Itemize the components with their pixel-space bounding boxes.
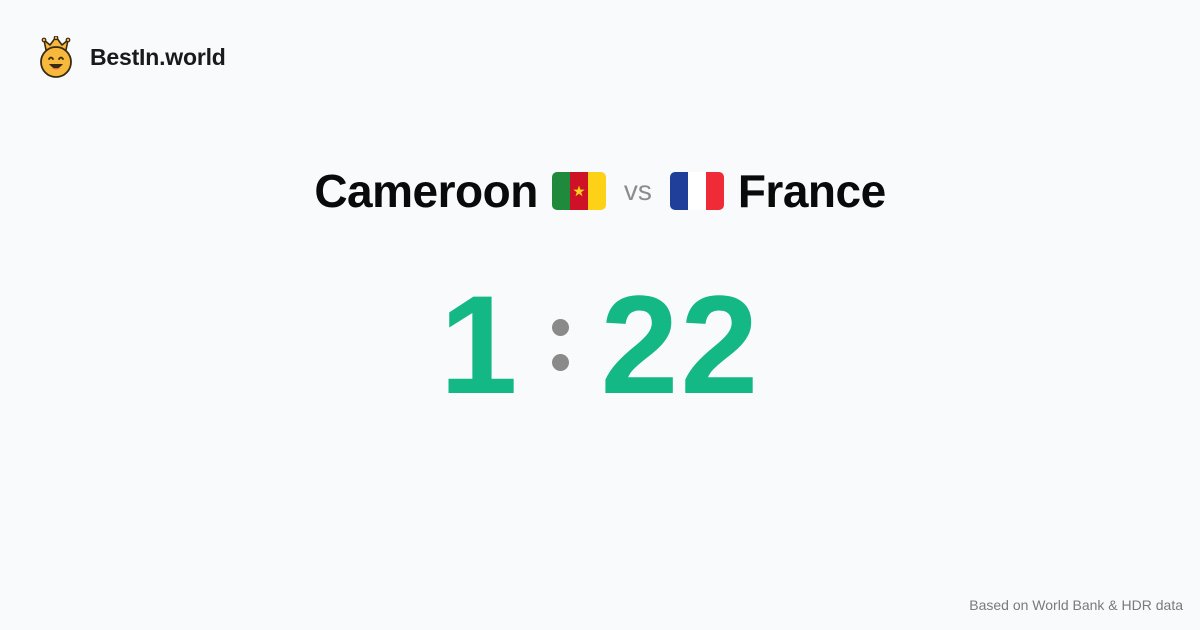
score-separator xyxy=(551,295,569,395)
separator-dot-bottom xyxy=(551,354,569,371)
og-card: BestIn.world Cameroon vs France 1 22 Bas… xyxy=(0,0,1200,630)
brand-link[interactable]: BestIn.world xyxy=(38,36,226,78)
separator-dot-top xyxy=(551,319,569,336)
left-country-name: Cameroon xyxy=(314,165,538,217)
crowned-smiley-icon xyxy=(40,36,72,78)
right-country-name: France xyxy=(737,165,886,217)
right-score: 22 xyxy=(600,266,761,423)
brand-name: BestIn.world xyxy=(90,43,226,70)
france-flag-icon xyxy=(669,172,724,210)
vs-label: vs xyxy=(623,175,652,206)
data-source-note: Based on World Bank & HDR data xyxy=(969,597,1183,613)
left-score: 1 xyxy=(439,266,520,423)
matchup-header: Cameroon vs France xyxy=(0,160,1200,222)
cameroon-flag-icon xyxy=(551,172,606,210)
score-display: 1 22 xyxy=(0,270,1200,420)
